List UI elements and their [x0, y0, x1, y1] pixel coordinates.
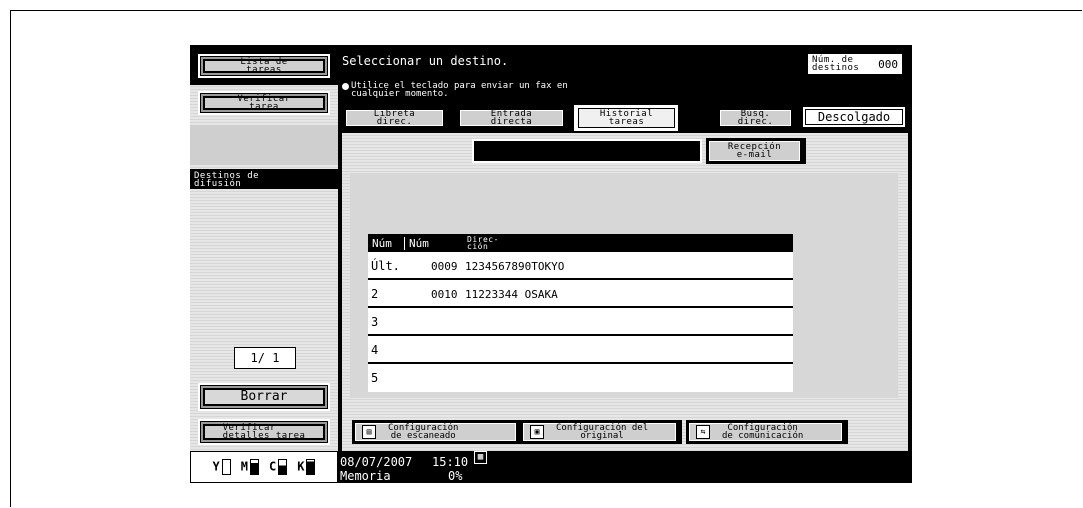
tab-direct-input[interactable]: Entrada directa [456, 107, 566, 129]
original-settings-icon: ▣ [530, 425, 544, 439]
page-counter: 1/ 1 [234, 347, 296, 369]
network-icon: ▦ [474, 451, 487, 464]
row-address: 11223344 OSAKA [465, 288, 558, 301]
toner-m: M [241, 459, 259, 475]
broadcast-destinations-header: Destinos de difusión [190, 169, 338, 189]
row-index: 5 [371, 371, 379, 385]
table-row[interactable]: Últ. 0009 1234567890TOKYO [368, 252, 793, 280]
off-hook-label: Descolgado [817, 110, 891, 124]
check-job-details-label: Verificar detalles tarea [222, 423, 306, 441]
status-bar: 08/07/2007 15:10 ▦ Memoria 0% [338, 451, 912, 483]
tab-address-search[interactable]: Búsq. direc. [716, 107, 794, 129]
toner-indicator: Y M C K [190, 451, 338, 483]
status-date: 08/07/2007 [340, 455, 413, 469]
fax-message: Utilice el teclado para enviar un fax en… [342, 82, 568, 99]
table-row[interactable]: 5 [368, 364, 793, 392]
original-settings-button[interactable]: ▣ Configuración del original [520, 420, 682, 444]
original-settings-label: Configuración del original [556, 423, 649, 441]
column-header-index: Núm [368, 236, 405, 250]
row-index: 4 [371, 343, 379, 357]
history-table: Núm Núm Direc- ción [368, 234, 793, 252]
row-number: 0010 [431, 288, 458, 301]
communication-settings-button[interactable]: ⇆ Configuración de comunicación [686, 420, 848, 444]
status-time: 15:10 [432, 455, 469, 469]
email-reception-button[interactable]: Recepción e-mail [706, 138, 806, 164]
tab-job-history[interactable]: Historial tareas [574, 105, 678, 131]
column-header-number: Núm [409, 236, 429, 250]
header: Seleccionar un destino. Utilice el tecla… [340, 45, 912, 105]
toner-k: K [297, 459, 316, 475]
memory-label: Memoria [340, 469, 391, 483]
scan-settings-icon: ▤ [362, 425, 376, 439]
destination-count-box: Núm. de destinos 000 [807, 53, 903, 75]
row-index: Últ. [371, 259, 400, 273]
destination-count-value: 000 [878, 57, 898, 71]
page-title: Seleccionar un destino. [342, 54, 509, 68]
row-number: 0009 [431, 260, 458, 273]
sidebar: Lista de tareas Verificar tarea Destinos… [190, 45, 338, 483]
column-header-address: Direc- ción [467, 235, 499, 251]
scan-settings-button[interactable]: ▤ Configuración de escaneado [352, 420, 522, 444]
destination-count-label: Núm. de destinos [812, 55, 860, 73]
communication-settings-label: Configuración de comunicación [722, 423, 804, 441]
tab-address-book[interactable]: Libreta direc. [342, 107, 446, 129]
check-job-button[interactable]: Verificar tarea [198, 91, 330, 115]
table-row[interactable]: 4 [368, 336, 793, 364]
search-input[interactable] [472, 139, 702, 163]
row-index: 2 [371, 287, 379, 301]
job-list-label: Lista de tareas [240, 57, 288, 75]
toner-c: C [269, 459, 288, 475]
row-address: 1234567890TOKYO [465, 260, 565, 273]
table-row[interactable]: 3 [368, 308, 793, 336]
off-hook-button[interactable]: Descolgado [802, 106, 906, 128]
info-icon [342, 83, 349, 90]
communication-settings-icon: ⇆ [696, 425, 710, 439]
check-job-details-button[interactable]: Verificar detalles tarea [198, 419, 330, 445]
delete-label: Borrar [240, 389, 288, 404]
job-list-button[interactable]: Lista de tareas [198, 54, 330, 78]
toner-y: Y [213, 459, 231, 475]
delete-button[interactable]: Borrar [198, 383, 330, 411]
check-job-label: Verificar tarea [237, 94, 291, 112]
table-row[interactable]: 2 0010 11223344 OSAKA [368, 280, 793, 308]
memory-value: 0% [448, 469, 463, 483]
row-index: 3 [371, 315, 379, 329]
control-panel-screen: Lista de tareas Verificar tarea Destinos… [190, 45, 912, 483]
email-reception-label: Recepción e-mail [727, 142, 782, 160]
scan-settings-label: Configuración de escaneado [388, 423, 459, 441]
table-header: Núm Núm Direc- ción [368, 234, 793, 252]
job-history-panel: Recepción e-mail Núm Núm Direc- ción Últ… [342, 133, 908, 457]
